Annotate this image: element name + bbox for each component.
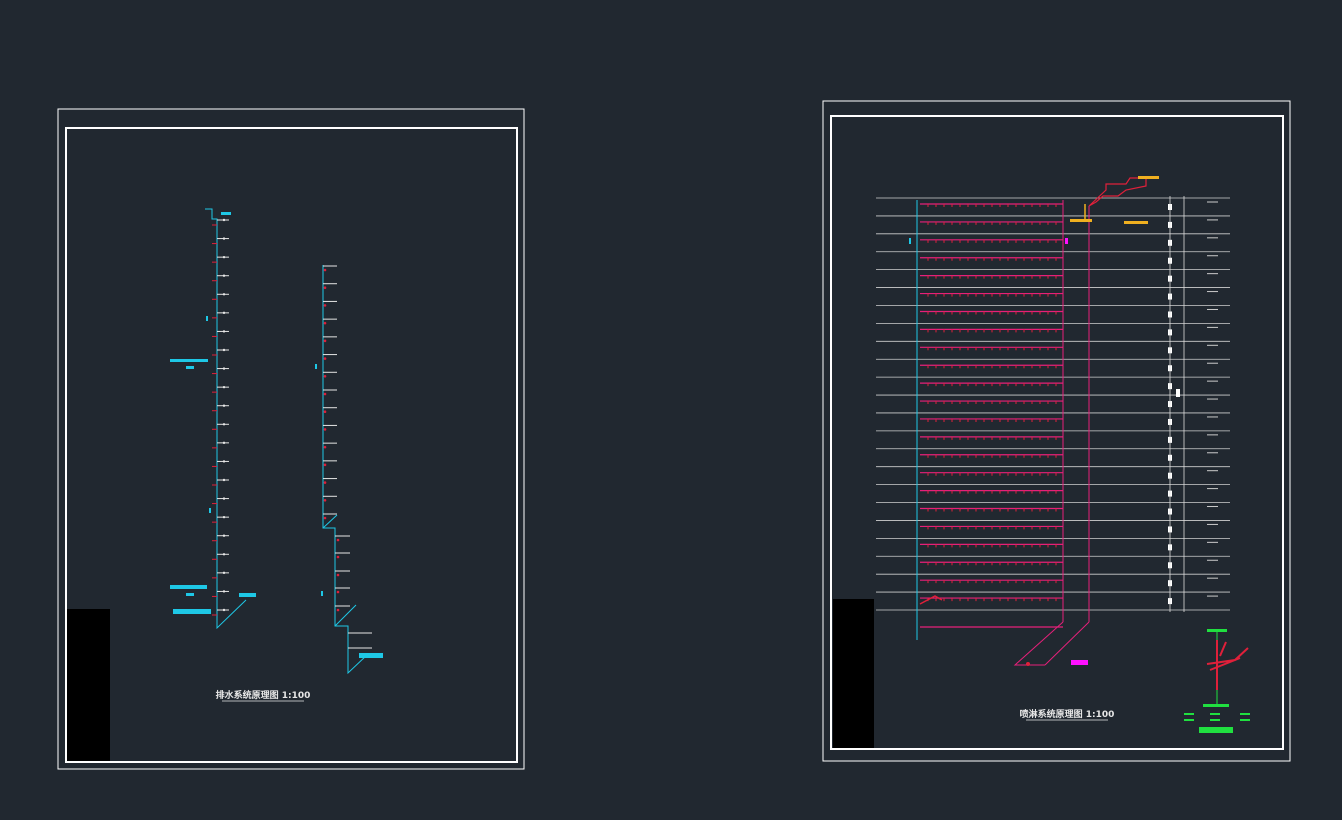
sprinkler-supply-left <box>1013 621 1064 666</box>
floor-drain <box>336 573 340 577</box>
secondary-riser-id-tag-lower <box>321 591 323 596</box>
alarm-key-1 <box>1184 713 1194 715</box>
alarm-valve-body <box>1206 640 1249 690</box>
fire-riser-id-tag <box>909 238 911 244</box>
alarm-key-3 <box>1210 713 1220 715</box>
outlet-label-tag <box>239 593 256 597</box>
roof-tank-piping <box>1088 177 1147 207</box>
alarm-key-5 <box>1240 713 1250 715</box>
alarm-key-6 <box>1240 719 1250 721</box>
floor-drain <box>323 428 327 431</box>
riser-id-tag-lower <box>209 508 211 513</box>
right-title-block <box>833 599 874 748</box>
alarm-key-2 <box>1184 719 1194 721</box>
floor-drain <box>336 590 340 594</box>
floor-drain <box>323 516 327 520</box>
alarm-key-4 <box>1210 719 1220 721</box>
pressure-label-tag <box>1124 221 1148 224</box>
floor-drain <box>323 463 327 467</box>
riser-label-tag <box>1065 238 1068 244</box>
floor-drain <box>323 481 327 484</box>
floor-lines <box>876 197 1230 628</box>
alarm-valve-label-tag <box>1207 629 1227 632</box>
left-title-block <box>67 609 110 761</box>
left-sheet-title: 排水系统原理图 1:100 <box>216 689 311 701</box>
drain-riser-main <box>170 208 256 630</box>
left-sheet-inner-frame <box>65 127 518 763</box>
branch-fitting <box>222 460 226 463</box>
branch-fitting <box>222 553 226 556</box>
valve-label-tag <box>1070 219 1092 222</box>
branch-fitting <box>222 348 226 352</box>
branch-fitting <box>222 255 226 259</box>
offset-branch-lower <box>334 604 357 627</box>
branch-fitting <box>222 218 226 222</box>
floor-drain <box>336 608 340 612</box>
cad-drawing-canvas[interactable]: 排水系统原理图 1:100 喷淋系统原理图 1:100 <box>0 0 1342 820</box>
branch-fitting <box>222 515 226 519</box>
tank-label-tag <box>1138 176 1159 179</box>
alarm-valve-detail <box>1184 629 1250 733</box>
secondary-outlet-tag <box>359 653 383 658</box>
pipe-size-tag <box>186 366 194 369</box>
floor-drain <box>323 286 327 290</box>
floor-drain <box>323 392 327 396</box>
branch-fitting <box>222 590 226 593</box>
floor-drain <box>323 321 327 325</box>
branch-fitting <box>222 367 226 370</box>
right-sheet-inner-frame <box>830 115 1284 750</box>
alarm-valve-note-tag <box>1203 704 1229 707</box>
floor-drain <box>336 538 340 542</box>
floor-drain <box>323 498 327 502</box>
branch-fitting <box>222 534 226 537</box>
level-marker <box>1176 389 1180 397</box>
branch-fitting <box>222 423 226 426</box>
inlet-valve <box>1026 662 1030 666</box>
branch-fitting <box>222 293 226 296</box>
branch-fitting <box>222 385 226 389</box>
branch-fitting <box>222 571 226 575</box>
floor-drain <box>323 445 327 449</box>
branch-fitting <box>222 237 226 240</box>
branch-fitting <box>222 608 226 612</box>
left-sheet: 排水系统原理图 1:100 <box>57 108 525 770</box>
right-sheet: 喷淋系统原理图 1:100 <box>822 100 1291 762</box>
branch-fitting <box>222 404 226 407</box>
outlet-base-tag <box>173 609 211 614</box>
floor-drain <box>323 410 327 414</box>
riser-id-tag <box>206 316 208 321</box>
floor-drain <box>323 304 327 307</box>
floor-drain <box>323 268 327 272</box>
alarm-valve-box <box>1199 727 1233 733</box>
floor-drain <box>323 339 327 343</box>
branch-fitting <box>222 274 226 277</box>
drain-riser-main-pipe <box>205 208 247 630</box>
drain-riser-secondary-pipe <box>322 265 368 675</box>
vent-cap-tag <box>221 212 231 215</box>
roof-tank-assembly <box>1070 176 1159 224</box>
branch-fitting <box>222 441 226 445</box>
left-sheet-outer-frame <box>57 108 525 770</box>
right-sheet-title: 喷淋系统原理图 1:100 <box>1020 708 1115 720</box>
sprinkler-supply-right <box>1044 621 1090 666</box>
branch-fitting <box>222 330 226 333</box>
floor-drain <box>323 374 327 378</box>
pump-connector-tag <box>1071 660 1088 665</box>
floor-drain <box>336 555 340 559</box>
basement-valve <box>919 595 943 605</box>
outlet-size-tag <box>186 593 194 596</box>
branch-fitting <box>222 478 226 482</box>
floor-drain <box>323 357 327 360</box>
branch-fitting <box>222 311 226 315</box>
secondary-riser-id-tag <box>315 364 317 369</box>
drain-riser-secondary <box>315 265 383 675</box>
pipe-note-tag <box>170 359 208 362</box>
branch-fitting <box>222 497 226 500</box>
outlet-note-tag <box>170 585 207 589</box>
